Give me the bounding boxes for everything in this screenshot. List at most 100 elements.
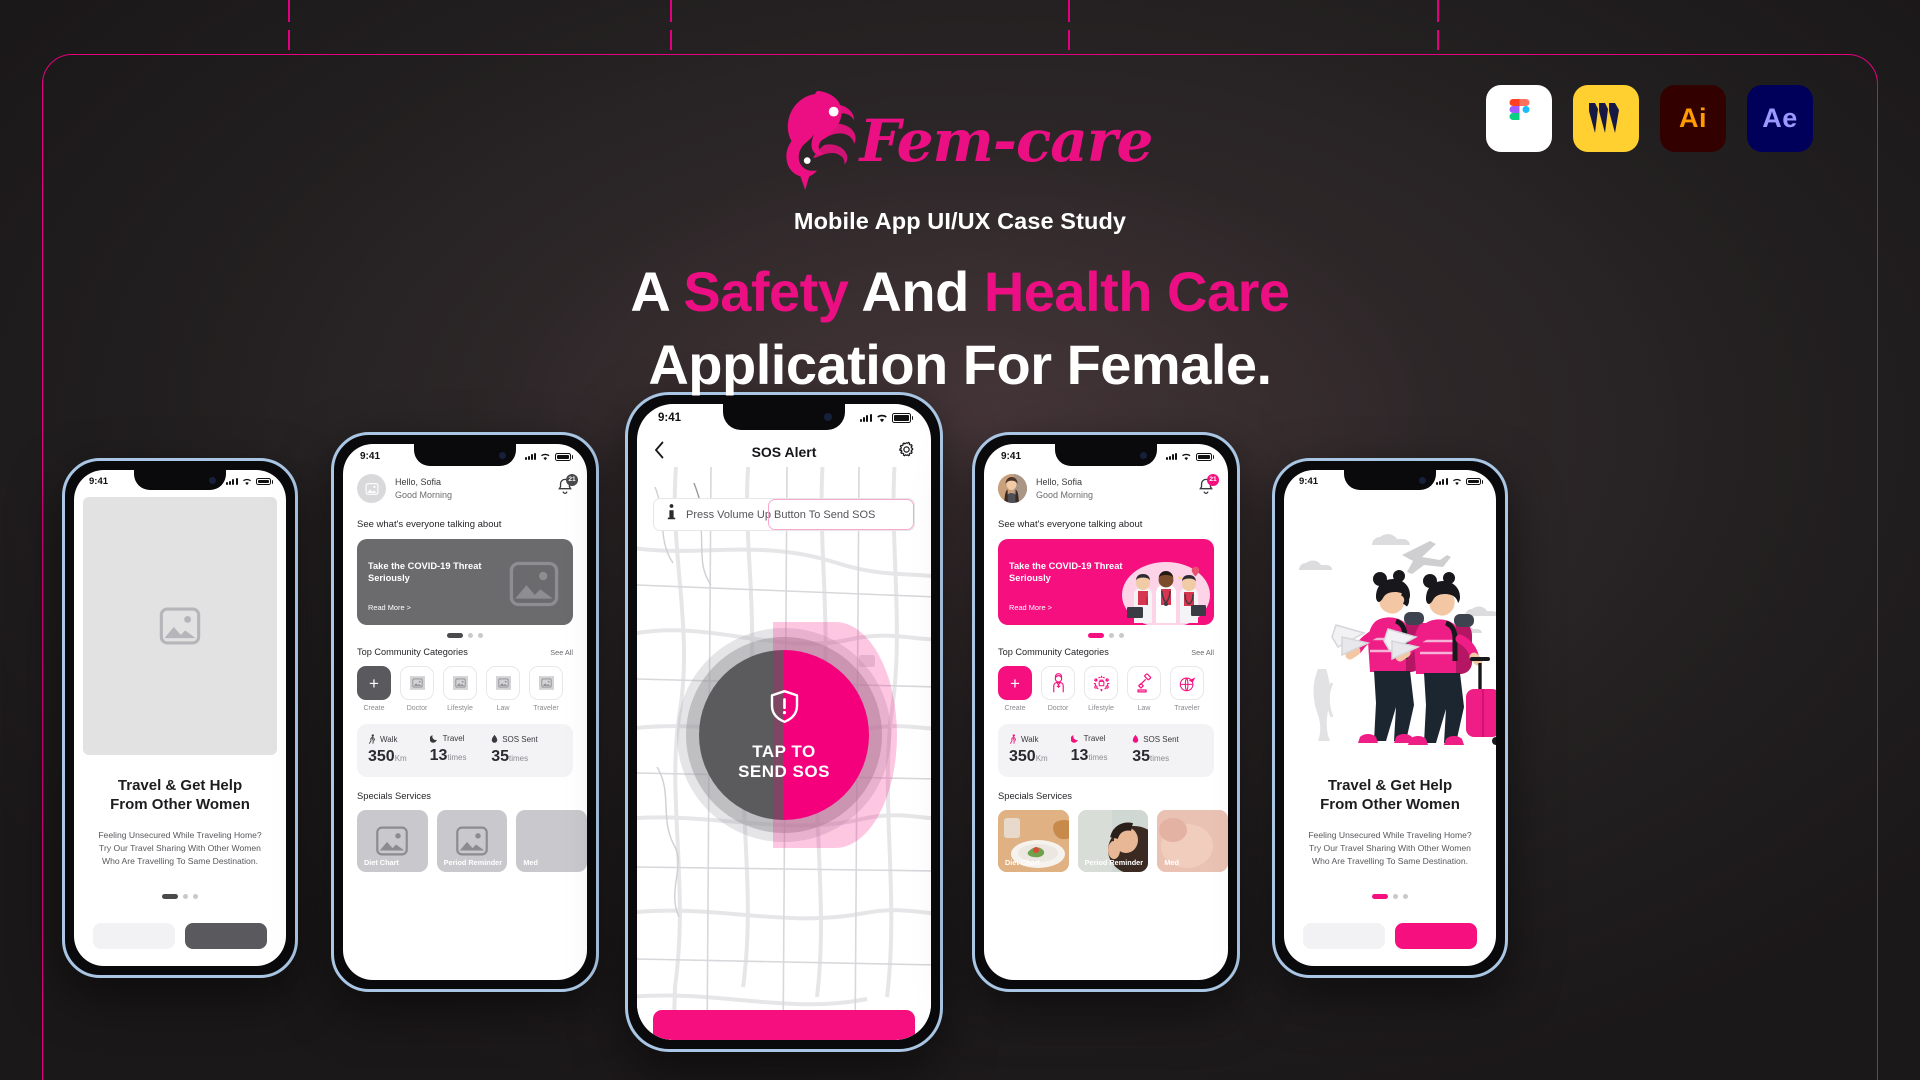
stat-sos: SOS Sent 35times xyxy=(491,734,562,766)
dot-2[interactable] xyxy=(183,893,188,899)
info-text: Press Volume Up Button To Send SOS xyxy=(686,508,876,521)
dot-3[interactable] xyxy=(1119,633,1124,638)
gear-icon[interactable] xyxy=(898,441,915,463)
phone5-volume-down-button[interactable] xyxy=(1272,609,1273,643)
notifications-button[interactable]: 21 xyxy=(1198,473,1219,500)
droplet-icon xyxy=(491,734,498,743)
phone2-stats-bar: Walk 350Km Travel 13times SOS Sent 35tim… xyxy=(357,724,573,777)
category-item-doctor[interactable]: Doctor xyxy=(400,666,434,712)
phone2-volume-up-button[interactable] xyxy=(331,547,332,583)
see-all-link[interactable]: See All xyxy=(550,648,573,657)
banner-read-more-link[interactable]: Read More > xyxy=(1009,603,1052,612)
battery-full-icon xyxy=(1465,477,1483,486)
service-card-med[interactable]: Med xyxy=(1157,810,1228,872)
service-card-period-reminder[interactable]: Period Reminder xyxy=(1077,810,1149,872)
phone4-categories-header: Top Community Categories See All xyxy=(984,638,1228,657)
dot-2[interactable] xyxy=(1393,893,1398,899)
dot-1[interactable] xyxy=(162,893,178,899)
dot-3[interactable] xyxy=(193,893,198,899)
phone2-covid-banner[interactable]: Take the COVID-19 Threat Seriously Read … xyxy=(357,539,573,625)
category-item-lifestyle[interactable]: Lifestyle xyxy=(1084,666,1118,712)
phone1-mute-button[interactable] xyxy=(62,531,63,551)
moon-icon xyxy=(429,735,437,743)
phone5-skip-button[interactable] xyxy=(1303,922,1385,949)
phone2-volume-down-button[interactable] xyxy=(331,593,332,629)
service-card-diet-chart[interactable]: Diet Chart xyxy=(998,810,1069,872)
service-card-period-reminder[interactable]: Period Reminder xyxy=(436,810,508,872)
wifi-icon xyxy=(1452,478,1461,485)
category-item-create[interactable]: + Create xyxy=(998,666,1032,712)
wifi-icon xyxy=(541,453,550,460)
service-card-med[interactable]: Med xyxy=(516,810,587,872)
avatar[interactable] xyxy=(357,474,386,503)
phone5-pagination-dots[interactable] xyxy=(1284,893,1496,899)
phone3-volume-down-button[interactable] xyxy=(625,583,627,627)
banner-read-more-link[interactable]: Read More > xyxy=(368,603,411,612)
user-photo xyxy=(998,474,1027,503)
sos-button-content: TAP TO SEND SOS xyxy=(677,628,891,842)
dot-1[interactable] xyxy=(447,633,463,638)
phone5-illustration xyxy=(1284,497,1496,755)
dot-1[interactable] xyxy=(1088,633,1104,638)
category-item-traveler[interactable]: Traveler xyxy=(529,666,563,712)
notifications-button[interactable]: 21 xyxy=(557,473,578,500)
phone3-volume-up-button[interactable] xyxy=(625,527,627,571)
phone4-covid-banner[interactable]: Take the COVID-19 Threat Seriously Read … xyxy=(998,539,1214,625)
phone1-next-button[interactable] xyxy=(185,922,267,949)
phone4-volume-up-button[interactable] xyxy=(972,547,973,583)
dot-2[interactable] xyxy=(468,633,473,638)
stat-value: 350 xyxy=(368,748,395,765)
cellular-bars-icon xyxy=(1436,477,1448,486)
phone-5-onboarding-colored: 9:41 Travel & Get Help From Other Women … xyxy=(1272,458,1508,978)
status-icons xyxy=(1436,477,1483,486)
category-item-doctor[interactable]: Doctor xyxy=(1041,666,1075,712)
phone1-onboarding-buttons xyxy=(74,922,286,949)
lifestyle-icon xyxy=(1084,666,1118,700)
greeting-name: Hello, Sofia xyxy=(395,477,442,488)
phone1-volume-up-button[interactable] xyxy=(62,566,63,600)
phone5-mute-button[interactable] xyxy=(1272,531,1273,551)
greeting-time: Good Morning xyxy=(1036,489,1094,500)
phone3-bottom-action-bar[interactable] xyxy=(653,1010,915,1040)
phone2-services-list: Diet Chart Period Reminder Med xyxy=(343,801,587,872)
status-icons xyxy=(226,477,273,486)
category-item-traveler[interactable]: Traveler xyxy=(1170,666,1204,712)
avatar[interactable] xyxy=(998,474,1027,503)
phone5-volume-up-button[interactable] xyxy=(1272,566,1273,600)
status-time: 9:41 xyxy=(1001,451,1022,462)
sos-button[interactable]: TAP TO SEND SOS xyxy=(677,622,897,848)
headline-a: A xyxy=(630,260,684,323)
dot-3[interactable] xyxy=(1403,893,1408,899)
phone1-skip-button[interactable] xyxy=(93,922,175,949)
phone2-mute-button[interactable] xyxy=(331,509,332,529)
phone4-mute-button[interactable] xyxy=(972,509,973,529)
dot-1[interactable] xyxy=(1372,893,1388,899)
service-card-diet-chart[interactable]: Diet Chart xyxy=(357,810,428,872)
category-item-law[interactable]: Law xyxy=(486,666,520,712)
status-icons xyxy=(860,413,913,423)
dot-2[interactable] xyxy=(1109,633,1114,638)
phone5-next-button[interactable] xyxy=(1395,922,1477,949)
front-camera-icon xyxy=(1419,476,1426,484)
phone1-volume-down-button[interactable] xyxy=(62,609,63,643)
phone3-info-pill[interactable]: Press Volume Up Button To Send SOS xyxy=(653,498,915,531)
dot-3[interactable] xyxy=(478,633,483,638)
stat-value: 35 xyxy=(491,748,509,765)
see-all-link[interactable]: See All xyxy=(1191,648,1214,657)
phone4-category-list: + Create Doctor Lifestyle Law Traveler xyxy=(984,657,1228,712)
category-item-lifestyle[interactable]: Lifestyle xyxy=(443,666,477,712)
chevron-left-icon[interactable] xyxy=(654,441,665,464)
crop-mark-2b xyxy=(670,30,672,50)
phone3-power-button[interactable] xyxy=(942,545,944,611)
shield-alert-icon xyxy=(769,689,800,729)
phone3-mute-button[interactable] xyxy=(625,481,627,505)
category-item-law[interactable]: Law xyxy=(1127,666,1161,712)
phone4-services-list: Diet Chart Period Reminder Med xyxy=(984,801,1228,872)
phone-4-home-colored: 9:41 Hello, Sofia Good Morning 21 See wh… xyxy=(972,432,1240,992)
phone4-feed-heading: See what's everyone talking about xyxy=(998,519,1143,530)
phone1-pagination-dots[interactable] xyxy=(74,893,286,899)
category-item-create[interactable]: + Create xyxy=(357,666,391,712)
phone4-volume-down-button[interactable] xyxy=(972,593,973,629)
status-icons xyxy=(1165,452,1214,461)
moon-icon xyxy=(1070,735,1078,743)
